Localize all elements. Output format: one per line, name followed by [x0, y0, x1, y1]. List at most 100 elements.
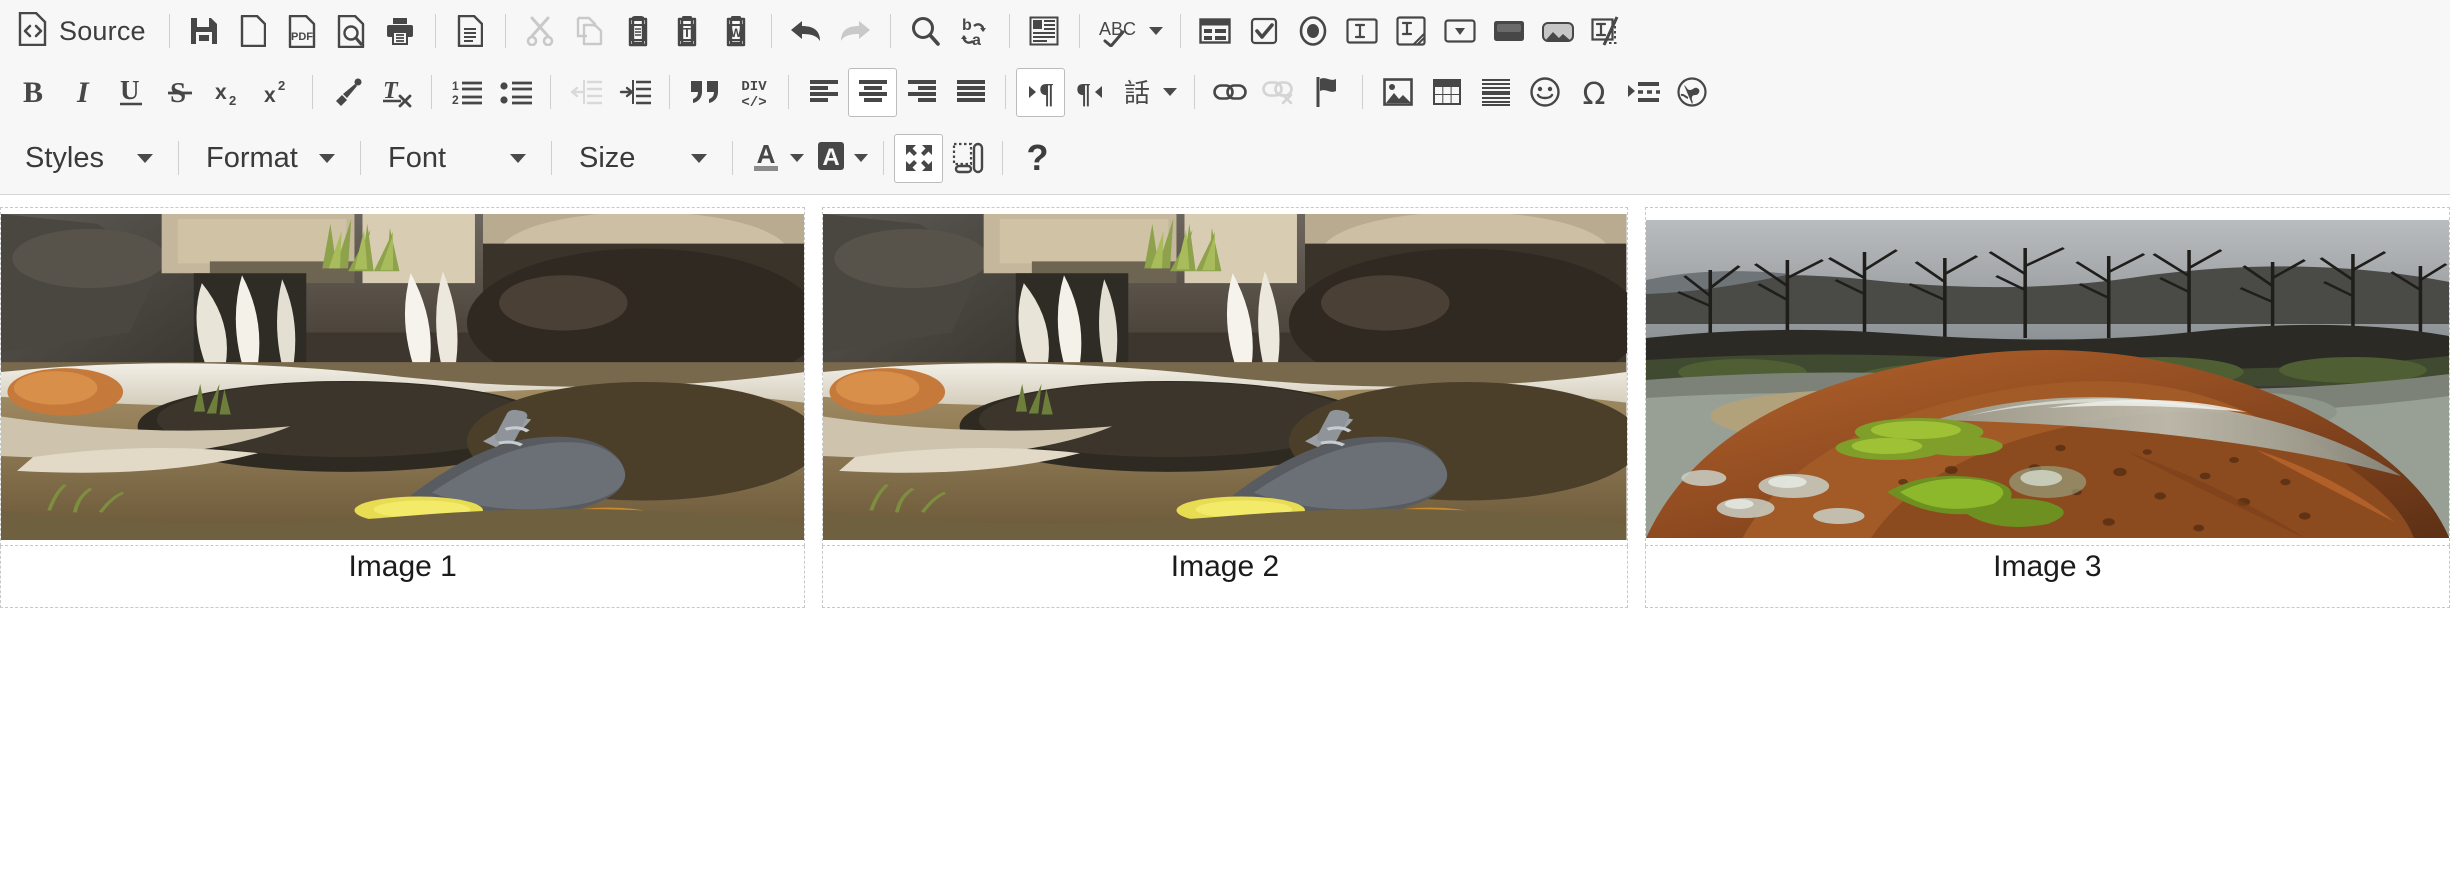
paintbrush-icon[interactable]	[323, 68, 372, 117]
maximize-icon[interactable]	[894, 133, 943, 183]
templates-button[interactable]	[446, 7, 495, 56]
align-right-icon[interactable]	[897, 68, 946, 117]
globe-icon[interactable]	[1667, 68, 1716, 117]
show-blocks-icon[interactable]	[943, 134, 992, 183]
save-button[interactable]	[180, 7, 229, 56]
svg-text:¶: ¶	[1076, 79, 1091, 107]
horizontal-rule-icon[interactable]	[1471, 68, 1520, 117]
redo-arrow-icon[interactable]	[831, 7, 880, 56]
new-page-button[interactable]	[229, 7, 278, 56]
pdf-icon[interactable]: PDF	[278, 7, 327, 56]
outdent-icon[interactable]	[561, 68, 610, 117]
table-cell-caption-3[interactable]: Image 3	[1644, 545, 2450, 608]
image-3[interactable]	[1645, 220, 2449, 538]
table-cell-caption-2[interactable]: Image 2	[822, 545, 1628, 608]
chevron-down-icon[interactable]	[790, 154, 804, 162]
svg-text:2: 2	[278, 78, 285, 93]
table-cell-caption-1[interactable]: Image 1	[0, 545, 806, 608]
text-field-icon[interactable]	[1338, 7, 1387, 56]
superscript-icon[interactable]: x2	[253, 68, 302, 117]
styles-combo-label: Styles	[25, 141, 104, 174]
omega-icon[interactable]: Ω	[1569, 68, 1618, 117]
source-button-label: Source	[59, 15, 146, 46]
toolbar-separator	[360, 141, 361, 175]
undo-arrow-icon[interactable]	[782, 7, 831, 56]
chevron-down-icon[interactable]	[319, 153, 335, 163]
font-combo-label: Font	[388, 141, 447, 174]
blockquote-icon[interactable]	[680, 68, 729, 117]
chevron-down-icon[interactable]	[510, 153, 526, 163]
strikethrough-icon[interactable]: S	[155, 68, 204, 117]
format-combo[interactable]: Format	[189, 132, 350, 184]
image-2[interactable]	[823, 214, 1627, 540]
chevron-down-icon[interactable]	[854, 154, 868, 162]
table-row-images	[0, 207, 2450, 546]
numbered-list-icon[interactable]: 12	[442, 68, 491, 117]
language-icon[interactable]: 話	[1114, 68, 1184, 117]
unlink-icon[interactable]	[1254, 68, 1303, 117]
font-combo[interactable]: Font	[371, 132, 541, 184]
bg-color-button[interactable]: A	[809, 134, 873, 183]
align-center-icon[interactable]	[848, 67, 897, 117]
button-icon[interactable]	[1485, 7, 1534, 56]
magnifier-icon[interactable]	[901, 7, 950, 56]
smiley-icon[interactable]	[1520, 68, 1569, 117]
editor-content-area[interactable]: Image 1 Image 2 Image 3	[0, 195, 2450, 888]
preview-button[interactable]	[327, 7, 376, 56]
table-gap-column	[805, 208, 823, 546]
indent-icon[interactable]	[610, 68, 659, 117]
radio-button-icon[interactable]	[1289, 7, 1338, 56]
about-button[interactable]: ?	[1013, 134, 1062, 183]
rtl-icon[interactable]: ¶	[1065, 68, 1114, 117]
toolbar-separator	[732, 141, 733, 175]
ltr-icon[interactable]: ¶	[1016, 67, 1065, 117]
toolbar-separator	[1005, 75, 1006, 109]
print-button[interactable]	[376, 7, 425, 56]
size-combo[interactable]: Size	[562, 132, 722, 184]
scissors-icon[interactable]	[516, 7, 565, 56]
chevron-down-icon[interactable]	[1163, 88, 1177, 96]
chevron-down-icon[interactable]	[137, 153, 153, 163]
image-icon[interactable]	[1373, 68, 1422, 117]
source-button[interactable]: Source	[8, 7, 159, 56]
styles-combo[interactable]: Styles	[8, 132, 168, 184]
link-icon[interactable]	[1205, 68, 1254, 117]
paste-icon[interactable]	[614, 7, 663, 56]
select-field-icon[interactable]	[1436, 7, 1485, 56]
replace-icon[interactable]: ba	[950, 7, 999, 56]
copy-icon[interactable]	[565, 7, 614, 56]
table-icon[interactable]	[1422, 68, 1471, 117]
justify-icon[interactable]	[946, 68, 995, 117]
image-1[interactable]	[1, 214, 805, 540]
toolbar-separator	[1008, 14, 1010, 48]
bulleted-list-icon[interactable]	[491, 68, 540, 117]
bold-icon[interactable]: B	[8, 68, 57, 117]
abc-check-icon[interactable]: ABC	[1090, 7, 1170, 56]
chevron-down-icon[interactable]	[1148, 27, 1163, 35]
paste-text-icon[interactable]: T	[663, 7, 712, 56]
chevron-down-icon[interactable]	[691, 153, 707, 163]
table-cell-image-2[interactable]	[822, 207, 1628, 546]
textarea-icon[interactable]	[1387, 7, 1436, 56]
image-button-icon[interactable]	[1534, 7, 1583, 56]
italic-icon[interactable]: I	[57, 68, 106, 117]
hidden-field-icon[interactable]	[1583, 7, 1632, 56]
table-cell-image-3[interactable]	[1644, 207, 2450, 546]
image-gallery-table: Image 1 Image 2 Image 3	[0, 207, 2450, 608]
toolbar-separator	[1002, 141, 1003, 175]
underline-icon[interactable]: U	[106, 68, 155, 117]
align-left-icon[interactable]	[799, 68, 848, 117]
paste-word-icon[interactable]: W	[712, 7, 761, 56]
svg-text:A: A	[757, 139, 776, 169]
subscript-icon[interactable]: x2	[204, 68, 253, 117]
toolbar-separator	[883, 141, 884, 175]
form-icon[interactable]	[1191, 7, 1240, 56]
anchor-flag-icon[interactable]	[1303, 68, 1352, 117]
checkbox-icon[interactable]	[1240, 7, 1289, 56]
select-all-icon[interactable]	[1020, 7, 1069, 56]
remove-format-icon[interactable]: T	[372, 68, 421, 117]
div-container-icon[interactable]: DIV </>	[729, 68, 778, 117]
page-break-icon[interactable]	[1618, 68, 1667, 117]
text-color-button[interactable]: A	[743, 134, 809, 183]
table-cell-image-1[interactable]	[0, 207, 806, 546]
